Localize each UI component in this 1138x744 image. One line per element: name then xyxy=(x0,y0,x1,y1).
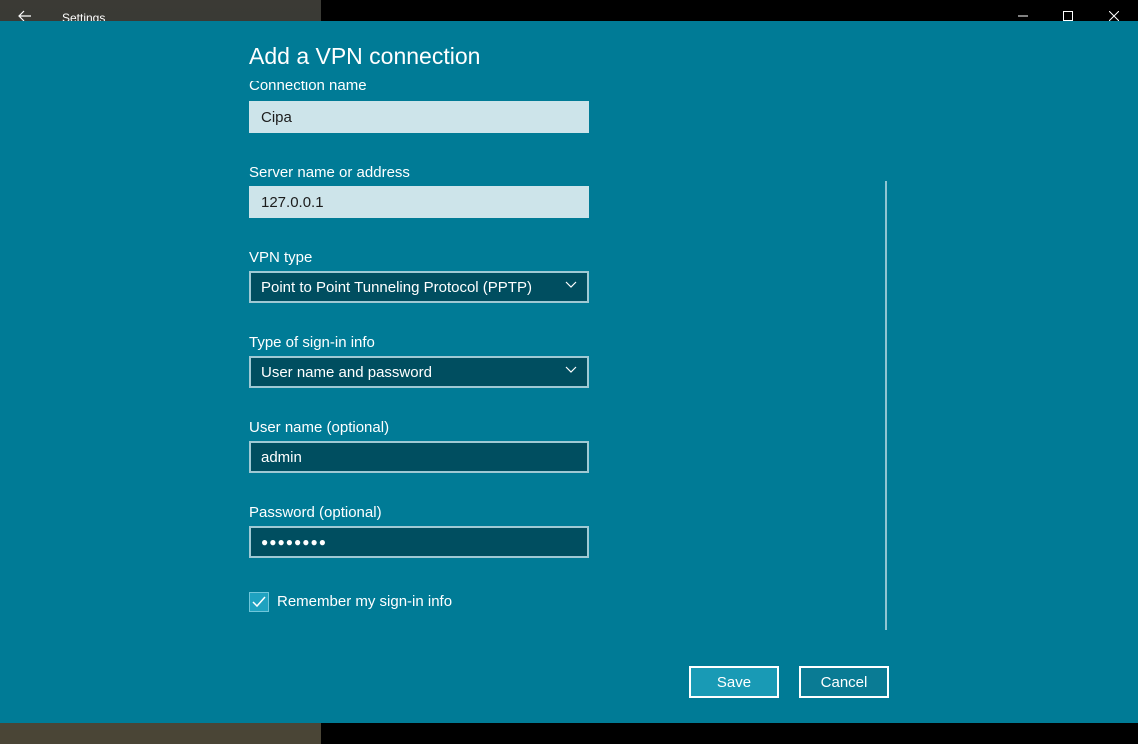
signin-type-dropdown[interactable]: User name and password xyxy=(249,356,589,388)
server-value: 127.0.0.1 xyxy=(261,193,324,211)
maximize-icon xyxy=(1063,11,1073,21)
chevron-down-icon xyxy=(565,281,577,288)
connection-name-value: Cipa xyxy=(261,108,292,126)
password-value: ●●●●●●●● xyxy=(261,535,327,549)
connection-name-label: Connection name xyxy=(249,81,367,94)
save-button[interactable]: Save xyxy=(689,666,779,698)
background-bottom-left xyxy=(0,723,321,744)
server-label: Server name or address xyxy=(249,164,410,181)
vpn-dialog: Add a VPN connection Connection name Cip… xyxy=(0,21,1138,723)
form-scroll-area[interactable]: Connection name Cipa Server name or addr… xyxy=(249,81,889,651)
scrollbar[interactable] xyxy=(885,181,887,630)
remember-checkbox[interactable] xyxy=(249,592,269,612)
password-label: Password (optional) xyxy=(249,504,382,521)
close-icon xyxy=(1109,11,1119,21)
chevron-down-icon xyxy=(565,366,577,373)
password-input[interactable]: ●●●●●●●● xyxy=(249,526,589,558)
connection-name-input[interactable]: Cipa xyxy=(249,101,589,133)
remember-label: Remember my sign-in info xyxy=(277,593,453,610)
cancel-button[interactable]: Cancel xyxy=(799,666,889,698)
signin-type-label: Type of sign-in info xyxy=(249,334,375,351)
server-input[interactable]: 127.0.0.1 xyxy=(249,186,589,218)
minimize-icon xyxy=(1018,15,1028,17)
vpn-type-label: VPN type xyxy=(249,249,313,266)
username-value: admin xyxy=(261,448,302,466)
vpn-type-value: Point to Point Tunneling Protocol (PPTP) xyxy=(261,278,532,296)
username-input[interactable]: admin xyxy=(249,441,589,473)
vpn-type-dropdown[interactable]: Point to Point Tunneling Protocol (PPTP) xyxy=(249,271,589,303)
checkmark-icon xyxy=(252,596,266,608)
signin-type-value: User name and password xyxy=(261,363,432,381)
dialog-title: Add a VPN connection xyxy=(249,43,481,69)
username-label: User name (optional) xyxy=(249,419,390,436)
